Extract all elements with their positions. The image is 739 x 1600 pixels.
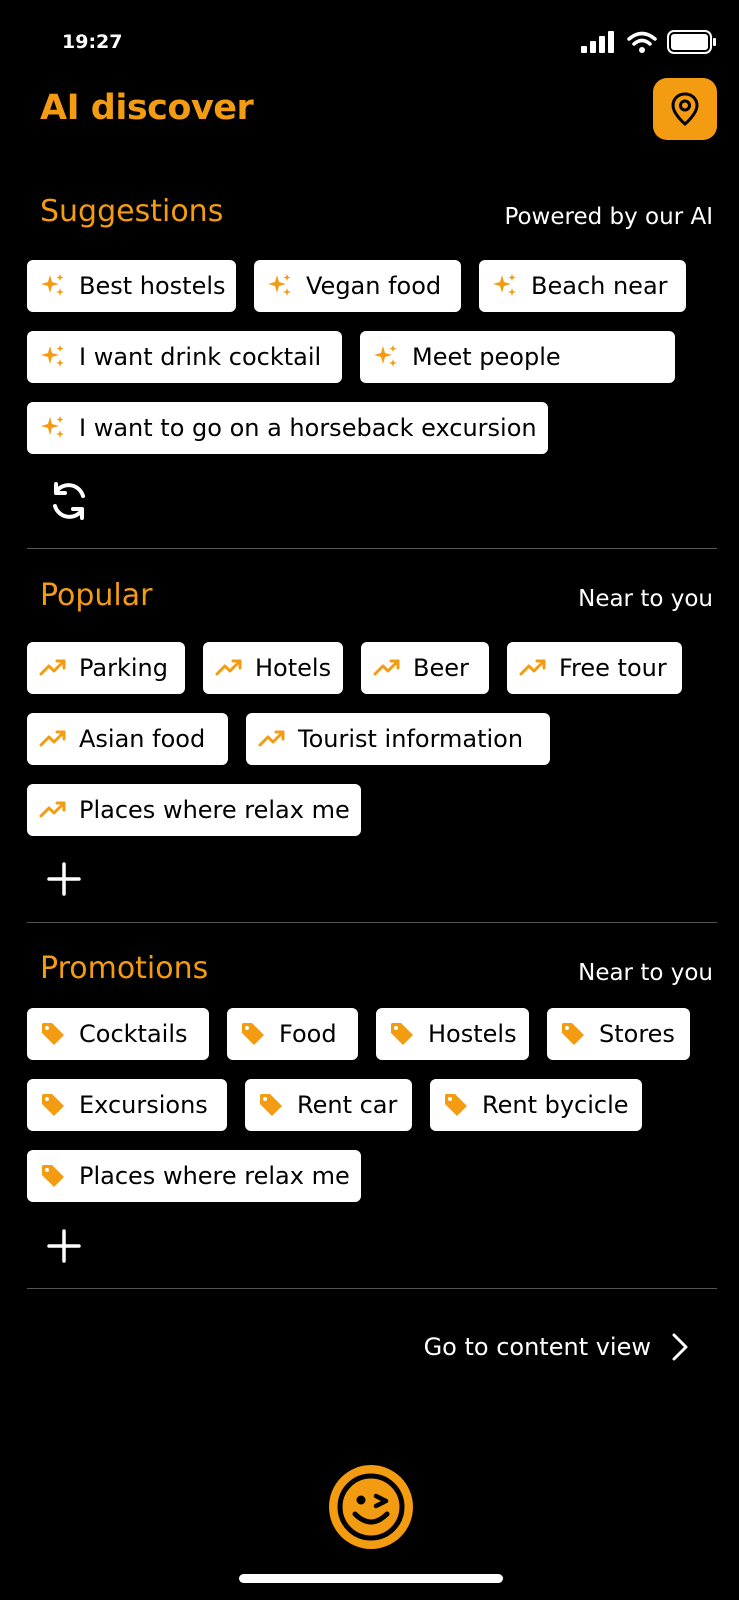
chip-label: Asian food [79,725,206,753]
signal-icon [581,31,614,53]
promotion-chip[interactable]: Food [227,1008,358,1060]
location-button[interactable] [653,78,717,140]
trending-up-icon [519,654,547,682]
chip-label: Excursions [79,1091,208,1119]
section-divider [27,548,717,549]
promotion-chip[interactable]: Stores [547,1008,690,1060]
status-icons [581,30,717,54]
sparkles-icon [39,343,67,371]
popular-row-2: Asian food Tourist information [27,713,550,765]
popular-row-1: Parking Hotels Beer Free tour [27,642,682,694]
chip-label: Stores [599,1020,675,1048]
chip-label: Vegan food [306,272,442,300]
tag-icon [257,1091,285,1119]
popular-chip[interactable]: Asian food [27,713,228,765]
chip-label: Beach near [531,272,668,300]
suggestion-chip[interactable]: I want drink cocktail [27,331,342,383]
page-title: AI discover [40,88,254,128]
popular-title: Popular [40,578,153,613]
suggestion-chip[interactable]: Best hostels [27,260,236,312]
promotion-chip[interactable]: Hostels [376,1008,529,1060]
chip-label: Hotels [255,654,332,682]
chip-label: Cocktails [79,1020,188,1048]
trending-up-icon [258,725,286,753]
promotion-chip[interactable]: Rent bycicle [430,1079,642,1131]
promotion-chip[interactable]: Cocktails [27,1008,209,1060]
status-time: 19:27 [62,31,123,53]
chip-label: Rent car [297,1091,398,1119]
promotion-chip[interactable]: Rent car [245,1079,412,1131]
popular-chip[interactable]: Hotels [203,642,343,694]
chip-label: Tourist information [298,725,524,753]
tag-icon [559,1020,587,1048]
section-divider [27,1288,717,1289]
suggestions-row-1: Best hostels Vegan food Beach near [27,260,686,312]
trending-up-icon [215,654,243,682]
chip-label: Places where relax me [79,1162,350,1190]
sparkles-icon [266,272,294,300]
promotion-chip[interactable]: Excursions [27,1079,227,1131]
promotions-row-3: Places where relax me [27,1150,361,1202]
tag-icon [442,1091,470,1119]
sparkles-icon [372,343,400,371]
plus-icon[interactable] [45,860,83,902]
trending-up-icon [39,725,67,753]
wifi-icon [627,31,657,53]
sparkles-icon [491,272,519,300]
popular-chip[interactable]: Free tour [507,642,682,694]
popular-subtitle: Near to you [578,586,713,612]
suggestions-row-3: I want to go on a horseback excursion [27,402,548,454]
battery-icon [667,30,716,54]
popular-row-3: Places where relax me [27,784,361,836]
promotions-row-2: Excursions Rent car Rent bycicle [27,1079,642,1131]
tag-icon [39,1020,67,1048]
promotions-subtitle: Near to you [578,960,713,986]
status-bar: 19:27 [0,0,739,90]
promotion-chip[interactable]: Places where relax me [27,1150,361,1202]
popular-chip[interactable]: Parking [27,642,185,694]
suggestions-title: Suggestions [40,194,224,229]
chip-label: Hostels [428,1020,517,1048]
chip-label: I want to go on a horseback excursion [79,414,537,442]
tag-icon [388,1020,416,1048]
chip-label: Free tour [559,654,667,682]
chip-label: Best hostels [79,272,226,300]
home-indicator [239,1574,503,1583]
winking-face-icon [337,1473,405,1541]
tag-icon [239,1020,267,1048]
go-to-content-link[interactable]: Go to content view [424,1332,689,1362]
chevron-right-icon [672,1333,688,1361]
chip-label: Meet people [412,343,561,371]
sparkles-icon [39,272,67,300]
promotions-title: Promotions [40,951,209,986]
popular-chip[interactable]: Beer [361,642,489,694]
chip-label: Food [279,1020,337,1048]
sparkles-icon [39,414,67,442]
suggestion-chip[interactable]: Meet people [360,331,675,383]
chip-label: Rent bycicle [482,1091,629,1119]
trending-up-icon [373,654,401,682]
suggestion-chip[interactable]: I want to go on a horseback excursion [27,402,548,454]
suggestion-chip[interactable]: Beach near [479,260,686,312]
suggestions-row-2: I want drink cocktail Meet people [27,331,675,383]
popular-chip[interactable]: Tourist information [246,713,550,765]
tag-icon [39,1162,67,1190]
chip-label: Places where relax me [79,796,350,824]
trending-up-icon [39,796,67,824]
promotions-row-1: Cocktails Food Hostels Stores [27,1008,690,1060]
assistant-button[interactable] [329,1465,413,1549]
plus-icon[interactable] [45,1227,83,1269]
suggestions-subtitle: Powered by our AI [504,204,713,230]
map-pin-icon [671,92,699,126]
trending-up-icon [39,654,67,682]
tag-icon [39,1091,67,1119]
section-divider [27,922,717,923]
popular-chip[interactable]: Places where relax me [27,784,361,836]
chip-label: I want drink cocktail [79,343,322,371]
chip-label: Beer [413,654,469,682]
refresh-icon[interactable] [47,479,91,527]
go-to-content-label: Go to content view [423,1333,651,1361]
suggestion-chip[interactable]: Vegan food [254,260,461,312]
chip-label: Parking [79,654,168,682]
